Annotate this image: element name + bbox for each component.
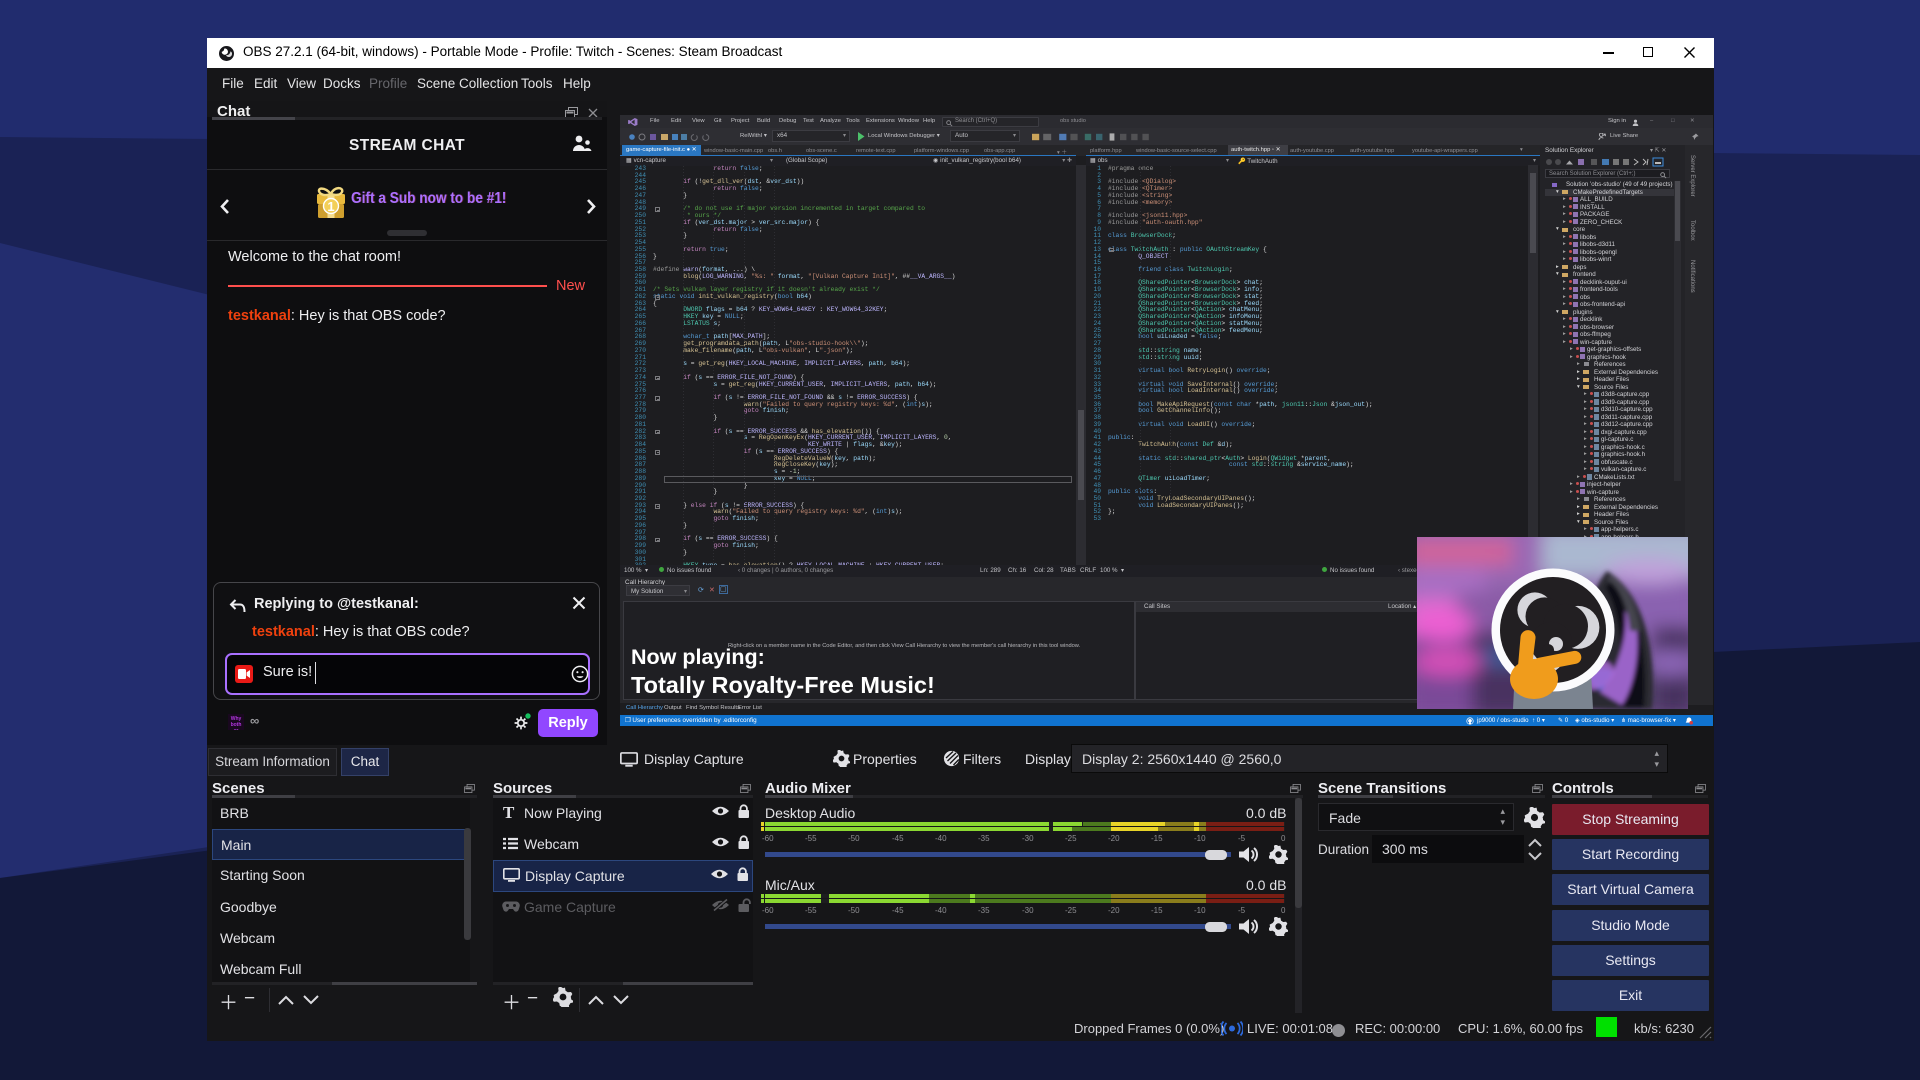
svg-text:1: 1 xyxy=(327,199,334,214)
